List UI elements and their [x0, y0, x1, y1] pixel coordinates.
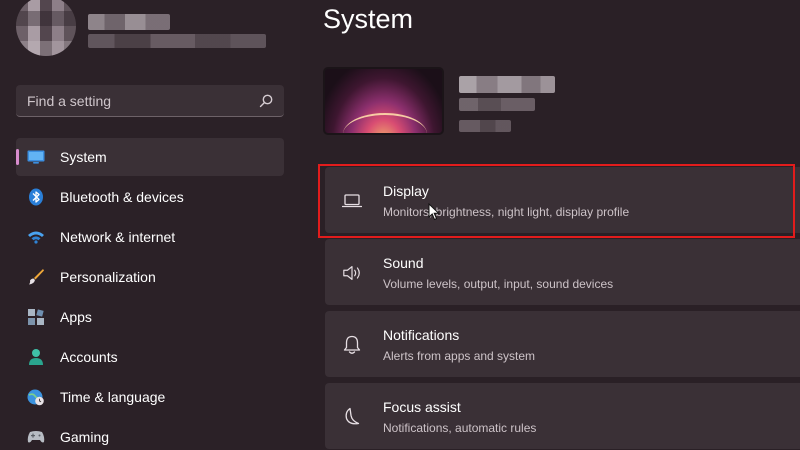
- speaker-icon: [342, 263, 362, 283]
- device-model-blurred: [459, 98, 535, 111]
- card-title: Focus assist: [383, 399, 461, 415]
- sidebar-item-label: Time & language: [60, 389, 166, 405]
- card-title: Notifications: [383, 327, 460, 343]
- sidebar-item-label: Apps: [60, 309, 92, 325]
- sidebar-item-label: Personalization: [60, 269, 156, 285]
- user-email-blurred: [88, 34, 266, 48]
- settings-card-display[interactable]: Display Monitors, brightness, night ligh…: [325, 167, 800, 233]
- settings-card-sound[interactable]: Sound Volume levels, output, input, soun…: [325, 239, 800, 305]
- search-input[interactable]: Find a setting: [27, 93, 111, 109]
- rename-link-blurred[interactable]: [459, 120, 511, 132]
- card-title: Sound: [383, 255, 424, 271]
- moon-icon: [342, 407, 362, 427]
- user-name-blurred: [88, 14, 170, 30]
- search-icon[interactable]: [258, 93, 274, 109]
- sidebar-item-time[interactable]: Time & language: [16, 378, 284, 416]
- sidebar-item-network[interactable]: Network & internet: [16, 218, 284, 256]
- avatar[interactable]: [16, 0, 76, 56]
- sidebar-item-system[interactable]: System: [16, 138, 284, 176]
- card-description: Monitors, brightness, night light, displ…: [383, 205, 630, 219]
- paintbrush-icon: [27, 268, 45, 286]
- sidebar-item-personalization[interactable]: Personalization: [16, 258, 284, 296]
- card-description: Volume levels, output, input, sound devi…: [383, 277, 614, 291]
- laptop-icon: [342, 191, 362, 211]
- search-box[interactable]: Find a setting: [16, 85, 284, 117]
- settings-card-notifications[interactable]: Notifications Alerts from apps and syste…: [325, 311, 800, 377]
- wifi-icon: [27, 228, 45, 246]
- sidebar-item-bluetooth[interactable]: Bluetooth & devices: [16, 178, 284, 216]
- device-wallpaper-thumbnail[interactable]: [323, 67, 444, 135]
- sidebar-item-label: Bluetooth & devices: [60, 189, 184, 205]
- sidebar-item-apps[interactable]: Apps: [16, 298, 284, 336]
- device-name-blurred: [459, 76, 555, 93]
- card-description: Alerts from apps and system: [383, 349, 536, 363]
- settings-card-focus-assist[interactable]: Focus assist Notifications, automatic ru…: [325, 383, 800, 449]
- sidebar-item-accounts[interactable]: Accounts: [16, 338, 284, 376]
- user-profile[interactable]: [14, 0, 294, 60]
- sidebar-item-gaming[interactable]: Gaming: [16, 418, 284, 450]
- page-title: System: [323, 4, 414, 34]
- card-description: Notifications, automatic rules: [383, 421, 537, 435]
- person-icon: [27, 348, 45, 366]
- sidebar: Find a setting System Bluetooth & device…: [0, 0, 300, 450]
- apps-icon: [27, 308, 45, 326]
- bluetooth-icon: [27, 188, 45, 206]
- sidebar-item-label: Accounts: [60, 349, 118, 365]
- mouse-cursor-icon: [428, 203, 440, 221]
- sidebar-item-label: Network & internet: [60, 229, 176, 245]
- bell-icon: [342, 335, 362, 355]
- sidebar-item-label: System: [60, 149, 107, 165]
- card-title: Display: [383, 183, 429, 199]
- sidebar-nav: System Bluetooth & devices Network & int…: [16, 138, 284, 450]
- sidebar-item-label: Gaming: [60, 429, 110, 445]
- monitor-icon: [27, 148, 45, 166]
- gamepad-icon: [27, 428, 45, 446]
- globe-clock-icon: [27, 388, 45, 406]
